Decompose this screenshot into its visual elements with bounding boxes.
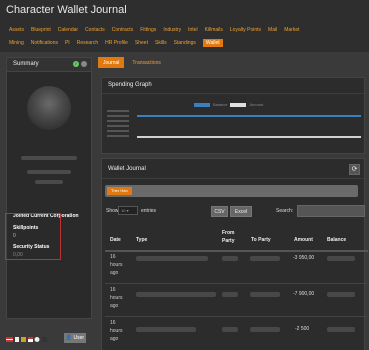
nav-item-fittings[interactable]: Fittings [140,27,156,33]
row-3-amount: -2 500 [295,326,310,332]
legend-label-balance: Balance [213,102,228,107]
row-1-to-blurred [250,256,280,261]
header-separator [105,250,368,252]
row-1-type-blurred [136,256,208,261]
flag-icons [6,337,47,342]
legend-swatch-balance [194,102,210,107]
filter-chip[interactable]: Ther Han [107,187,132,195]
nav-item-hr-profile[interactable]: HR Profile [105,40,128,47]
nav-item-pi[interactable]: PI [65,40,70,47]
page-title: Character Wallet Journal [6,4,127,16]
spending-graph-title: Spending Graph [108,82,152,88]
row-1-amount: -3 950,00 [293,255,315,261]
wallet-journal-header: Wallet Journal [102,159,364,179]
nav-bar: Assets Blueprint Calendar Contacts Contracts… [0,22,369,52]
info-icon[interactable] [81,61,87,67]
spending-chart [107,110,361,138]
blurred-line [35,180,63,184]
refresh-button[interactable]: ⟳ [349,164,360,175]
nav-item-assets[interactable]: Assets [9,27,24,33]
nav-item-notifications[interactable]: Notifications [31,40,58,47]
summary-panel: Summary ✓ [6,57,92,319]
blurred-line [27,170,71,174]
highlight-box [5,213,61,260]
col-amount[interactable]: Amount [294,237,313,243]
user-button[interactable]: 👤 User [64,333,86,343]
nav-item-mail[interactable]: Mail [268,27,277,33]
nav-item-industry[interactable]: Industry [163,27,181,33]
nav-item-contacts[interactable]: Contacts [85,27,105,33]
nav-item-sheet[interactable]: Sheet [135,40,148,47]
tab-transactions[interactable]: Transactions [127,57,165,68]
row-1-from-blurred [222,256,238,261]
row-2-amount: -7 900,00 [293,291,315,297]
nav-item-intel[interactable]: Intel [188,27,197,33]
tab-journal[interactable]: Journal [98,57,125,68]
entries-label: entries [141,208,157,214]
row-3-to-blurred [250,327,280,332]
row-3-balance-blurred [327,327,355,332]
graph-legend: Balance Amount [194,102,263,107]
nav-item-research[interactable]: Research [77,40,98,47]
summary-header: Summary ✓ [7,58,91,72]
row-separator [105,283,368,284]
nav-item-skills[interactable]: Skills [155,40,167,47]
avatar [27,86,71,130]
show-label: Show [106,208,119,214]
nav-item-wallet[interactable]: Wallet [202,39,223,47]
row-1-date: 16 hours ago [110,254,123,276]
entries-select[interactable]: 10 ▾ [118,206,138,215]
excel-button[interactable]: Excel [230,206,252,217]
legend-swatch-amount [230,102,247,107]
language-flags[interactable] [6,336,56,345]
col-balance[interactable]: Balance [327,237,346,243]
search-input[interactable] [297,205,365,217]
nav-row-1: Assets Blueprint Calendar Contacts Contracts… [9,27,307,33]
row-separator [105,316,368,317]
filter-bar[interactable] [105,185,358,197]
wallet-journal-title: Wallet Journal [108,166,146,172]
row-2-from-blurred [222,292,238,297]
col-from-party[interactable]: From Party [222,229,242,245]
nav-row-2: Mining Notifications PI Research HR Profile S… [9,39,230,47]
nav-item-blueprint[interactable]: Blueprint [31,27,51,33]
nav-item-calendar[interactable]: Calendar [58,27,78,33]
col-to-party[interactable]: To Party [251,237,271,243]
summary-title: Summary [13,61,39,67]
blurred-name [21,156,77,160]
row-2-type-blurred [136,292,216,297]
nav-item-loyalty-points[interactable]: Loyalty Points [230,27,261,33]
nav-item-mining[interactable]: Mining [9,40,24,47]
csv-button[interactable]: CSV [211,206,228,217]
search-label: Search: [276,208,294,214]
row-3-type-blurred [136,327,196,332]
row-2-date: 16 hours ago [110,287,123,309]
row-2-balance-blurred [327,292,355,297]
content-tabs: Journal Transactions [98,57,169,68]
spending-graph-header: Spending Graph [102,78,364,94]
nav-item-standings[interactable]: Standings [174,40,196,47]
col-type[interactable]: Type [136,237,147,243]
row-2-to-blurred [250,292,280,297]
row-1-balance-blurred [327,256,355,261]
legend-label-amount: Amount [249,102,264,107]
nav-item-killmails[interactable]: Killmails [205,27,223,33]
nav-item-market[interactable]: Market [284,27,299,33]
check-icon: ✓ [73,61,79,67]
row-3-from-blurred [222,327,238,332]
y-axis-ticks [107,110,129,137]
nav-item-contracts[interactable]: Contracts [112,27,133,33]
title-bar: Character Wallet Journal [0,0,369,22]
row-3-date: 16 hours ago [110,320,123,342]
col-date[interactable]: Date [110,237,121,243]
